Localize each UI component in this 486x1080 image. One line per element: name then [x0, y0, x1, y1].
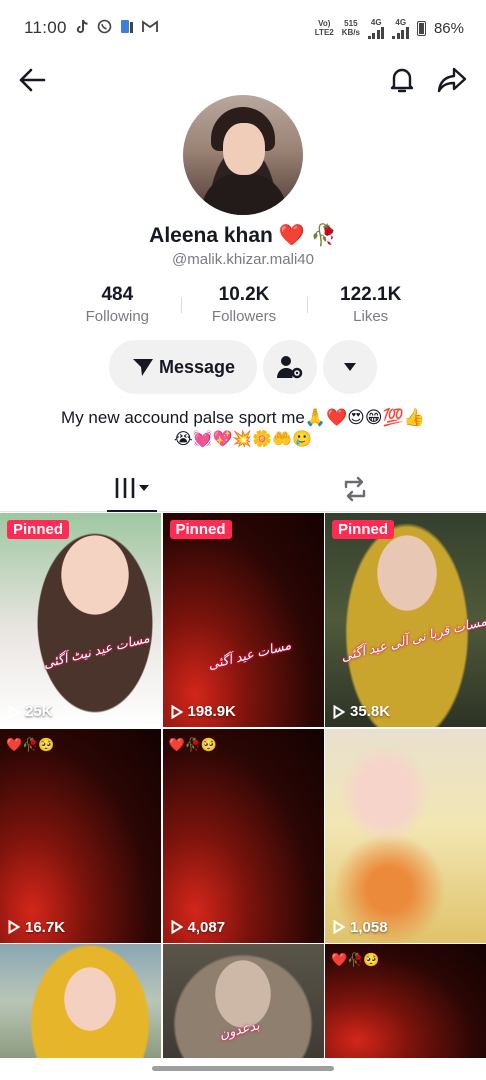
status-time: 11:00 [24, 18, 67, 37]
caret-down-icon [344, 363, 356, 371]
profile-bio-emoji-line: 😭💓💖💥🌼🤲🥲 [173, 431, 313, 448]
back-arrow-icon [19, 68, 46, 92]
video-thumbnail[interactable]: بدعدون [162, 944, 324, 1058]
display-name: Aleena khan ❤️ 🥀 [149, 224, 337, 247]
stat-label: Likes [353, 308, 389, 325]
stat-label: Following [85, 308, 150, 325]
video-thumbnail[interactable]: 1,058 [325, 728, 486, 943]
battery-icon [416, 20, 426, 36]
video-thumbnail[interactable] [0, 944, 161, 1058]
send-icon [132, 359, 153, 376]
videos-grid-icon [115, 478, 149, 498]
profile-stats: 484 Following 10.2K Followers 122.1K Lik… [54, 283, 434, 331]
status-bar: 11:00 Vo) LTE2 515 KB/s 4G 4G 86% [0, 0, 486, 56]
stat-likes[interactable]: 122.1K Likes [307, 283, 434, 331]
video-emoji-caption: ❤️🥀🥺 [6, 736, 55, 752]
profile-avatar[interactable] [183, 95, 303, 215]
stat-following[interactable]: 484 Following [54, 283, 181, 331]
network-speed: 515 KB/s [341, 19, 360, 37]
pinned-badge: Pinned [169, 520, 232, 539]
video-overlay-text: مسات عید نیٹ آگئی [41, 630, 152, 671]
notification-bell-button[interactable] [382, 60, 422, 100]
video-overlay-text: مسات قربا نی آلی عید آگئی [339, 613, 486, 664]
play-icon [171, 704, 183, 719]
stat-label: Followers [211, 308, 277, 325]
stat-value: 484 [101, 284, 134, 305]
video-thumbnail[interactable]: Pinned مسات عید نیٹ آگئی 25K [0, 513, 161, 727]
video-thumbnail[interactable]: Pinned مسات قربا نی آلی عید آگئی 35.8K [325, 513, 486, 727]
user-gear-icon [277, 356, 303, 379]
stat-value: 122.1K [340, 284, 402, 305]
play-icon [171, 920, 183, 934]
volte-indicator: Vo) LTE2 [314, 19, 334, 37]
share-arrow-icon [437, 67, 467, 93]
stat-value: 10.2K [218, 284, 270, 305]
video-thumbnail[interactable]: ❤️🥀🥺 16.7K [0, 728, 161, 943]
view-count: 1,058 [333, 919, 388, 936]
add-friend-settings-button[interactable] [263, 340, 317, 394]
view-count: 35.8K [333, 703, 390, 720]
profile-tabs [0, 466, 486, 512]
view-count: 16.7K [8, 919, 65, 936]
play-icon [333, 704, 345, 719]
bell-icon [390, 68, 414, 93]
view-count: 4,087 [171, 919, 225, 936]
video-emoji-caption: ❤️🥀🥺 [331, 952, 380, 967]
tab-reposts[interactable] [330, 466, 380, 512]
battery-percent: 86% [433, 19, 464, 37]
video-emoji-caption: ❤️🥀🥺 [168, 736, 218, 752]
message-button[interactable]: Message [109, 340, 257, 394]
home-indicator[interactable] [152, 1066, 334, 1071]
play-icon [8, 920, 20, 934]
video-overlay-text: بدعدون [217, 1017, 261, 1042]
tab-videos[interactable] [107, 466, 157, 512]
video-thumbnail[interactable]: Pinned مسات عید آگئی 198.9K [162, 513, 324, 727]
profile-bio: My new accound palse sport me🙏❤️😍😁💯👍 [61, 408, 425, 427]
signal-sim2: 4G [392, 18, 409, 39]
stat-followers[interactable]: 10.2K Followers [180, 283, 308, 331]
video-overlay-text: مسات عید آگئی [205, 636, 292, 673]
whatsapp-icon [97, 19, 112, 37]
video-grid: Pinned مسات عید نیٹ آگئی 25K Pinned مسات… [0, 513, 486, 1058]
play-icon [333, 920, 345, 934]
username-handle: @malik.khizar.mali40 [172, 251, 314, 268]
share-button[interactable] [432, 60, 472, 100]
video-thumbnail[interactable]: ❤️🥀🥺 [325, 944, 486, 1058]
play-icon [8, 704, 20, 719]
pinned-badge: Pinned [7, 520, 70, 539]
sim-icon [120, 19, 134, 37]
tiktok-icon [75, 19, 89, 38]
repost-icon [344, 476, 366, 502]
signal-sim1: 4G [367, 18, 385, 39]
view-count: 25K [8, 703, 53, 720]
back-button[interactable] [12, 60, 52, 100]
pinned-badge: Pinned [332, 520, 395, 539]
video-thumbnail[interactable]: ❤️🥀🥺 4,087 [162, 728, 324, 943]
more-options-button[interactable] [323, 340, 377, 394]
message-label: Message [158, 356, 236, 377]
gmail-icon [141, 20, 158, 36]
view-count: 198.9K [171, 703, 236, 720]
